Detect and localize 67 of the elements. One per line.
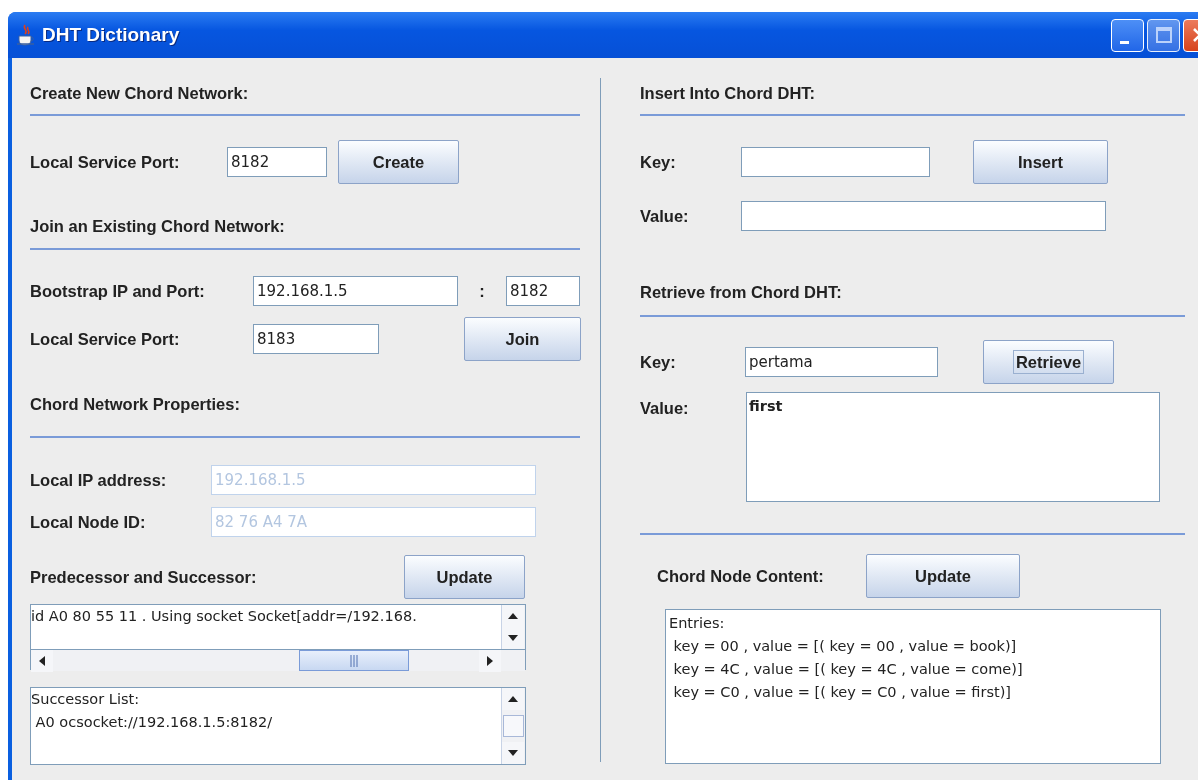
text-line: key = C0 , value = [( key = C0 , value = first)] (672, 683, 1012, 702)
log-text-area[interactable]: id A0 80 55 11 . Using socket Socket[addr=/192.168. (30, 604, 526, 670)
up-arrow-icon (508, 613, 518, 619)
scrollbar-corner (501, 649, 525, 671)
text-field[interactable] (741, 201, 1106, 231)
minimize-icon (1120, 40, 1129, 44)
down-arrow-icon (508, 635, 518, 641)
section-heading: Insert Into Chord DHT: (640, 83, 817, 104)
section-heading: Create New Chord Network: (30, 83, 250, 104)
text-field[interactable] (741, 147, 930, 177)
field-label: Value: (640, 205, 690, 227)
scroll-thumb[interactable] (299, 650, 409, 671)
content-text-area[interactable]: Entries: key = 00 , value = [( key = 00 , value = book)] key = 4C , value = [( key = 4C , value = come)] key = C0 , value = [( key = C0 , value = first)] (665, 609, 1161, 764)
scroll-right-button[interactable] (479, 650, 501, 672)
text-line: first (749, 397, 784, 416)
text-line: A0 ocsocket://192.168.1.5:8182/ (34, 713, 274, 732)
text-field[interactable]: pertama (745, 347, 938, 377)
text-field[interactable]: 8183 (253, 324, 379, 354)
push-button[interactable]: Update (404, 555, 525, 599)
down-arrow-icon (508, 750, 518, 756)
maximize-button[interactable] (1147, 18, 1180, 52)
grip-icon (349, 654, 359, 667)
field-label: Key: (640, 351, 677, 373)
text-line: key = 4C , value = [( key = 4C , value = come)] (672, 660, 1024, 679)
section-heading: Retrieve from Chord DHT: (640, 282, 843, 303)
minimize-button[interactable] (1111, 18, 1144, 52)
left-arrow-icon (39, 656, 45, 666)
separator: : (478, 280, 486, 302)
text-field[interactable]: 8182 (506, 276, 580, 306)
push-button[interactable]: Create (338, 140, 459, 184)
successor-text-area[interactable]: Successor List: A0 ocsocket://192.168.1.5:8182/ (30, 687, 526, 765)
scroll-down-button[interactable] (502, 627, 524, 649)
field-label: Chord Node Content: (657, 565, 825, 587)
scroll-thumb[interactable] (503, 715, 524, 737)
push-button[interactable]: Retrieve (983, 340, 1114, 384)
up-arrow-icon (508, 696, 518, 702)
field-label: Local Node ID: (30, 511, 147, 533)
field-label: Local IP address: (30, 469, 168, 491)
scroll-left-button[interactable] (31, 650, 53, 672)
vertical-scrollbar[interactable] (501, 605, 525, 649)
text-line: Entries: (669, 614, 726, 633)
push-button[interactable]: Insert (973, 140, 1108, 184)
coffee-cup-icon (16, 24, 36, 46)
value-text-area[interactable]: first (746, 392, 1160, 502)
push-button[interactable]: Update (866, 554, 1020, 598)
field-label: Predecessor and Successor: (30, 566, 258, 588)
vertical-scrollbar[interactable] (501, 688, 525, 764)
horizontal-scrollbar[interactable] (31, 649, 501, 671)
text-field[interactable]: 8182 (227, 147, 327, 177)
section-heading: Chord Network Properties: (30, 394, 241, 415)
text-line: key = 00 , value = [( key = 00 , value = book)] (672, 637, 1018, 656)
field-label: Local Service Port: (30, 151, 181, 173)
field-label: Local Service Port: (30, 328, 181, 350)
maximize-icon (1154, 26, 1173, 44)
right-arrow-icon (487, 656, 493, 666)
text-line: Successor List: (31, 690, 141, 709)
push-button[interactable]: Join (464, 317, 581, 361)
window-title: DHT Dictionary (42, 22, 180, 47)
text-field[interactable]: 192.168.1.5 (253, 276, 458, 306)
scroll-down-button[interactable] (502, 742, 524, 764)
field-label: Key: (640, 151, 677, 173)
scroll-up-button[interactable] (502, 605, 524, 627)
field-label: Value: (640, 398, 690, 419)
text-line: id A0 80 55 11 . Using socket Socket[addr=/192.168. (31, 607, 418, 626)
section-heading: Join an Existing Chord Network: (30, 216, 286, 237)
scroll-up-button[interactable] (502, 688, 524, 710)
field-label: Bootstrap IP and Port: (30, 280, 206, 302)
